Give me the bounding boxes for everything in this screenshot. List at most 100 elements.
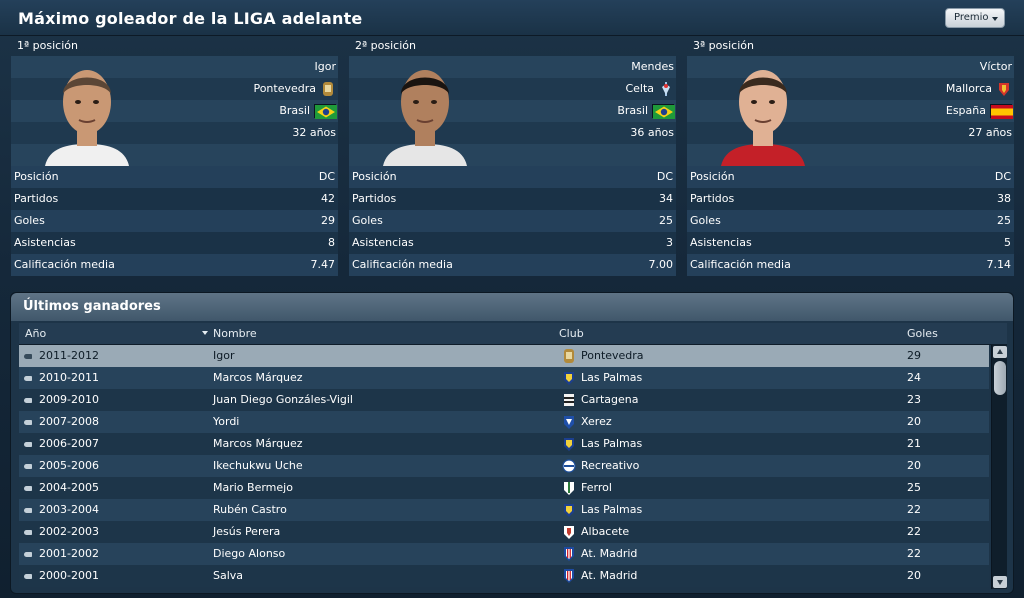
cell-club[interactable]: Cartagena xyxy=(581,389,638,411)
column-year[interactable]: Año xyxy=(25,323,46,345)
pin-icon[interactable] xyxy=(24,486,32,491)
las-palmas-crest-icon xyxy=(561,502,577,518)
stat-row: Calificación media 7.47 xyxy=(11,254,338,276)
las-palmas-crest-icon xyxy=(561,436,577,452)
stat-label: Goles xyxy=(690,214,721,227)
cell-club[interactable]: Las Palmas xyxy=(581,499,642,521)
column-club[interactable]: Club xyxy=(559,323,584,345)
player-club[interactable]: Mallorca xyxy=(946,78,992,100)
stat-value: 38 xyxy=(997,192,1011,205)
stat-row: Posición DC xyxy=(349,166,676,188)
table-row[interactable]: 2006-2007 Marcos Márquez Las Palmas 21 xyxy=(19,433,989,455)
player-portrait[interactable] xyxy=(377,56,473,166)
position-heading: 3ª posición xyxy=(693,39,754,52)
pin-icon[interactable] xyxy=(24,574,32,579)
player-name-line: Víctor xyxy=(980,56,1012,78)
pontevedra-crest-icon xyxy=(561,348,577,364)
pin-icon[interactable] xyxy=(24,530,32,535)
player-nationality[interactable]: Brasil xyxy=(279,100,310,122)
stat-label: Calificación media xyxy=(690,258,791,271)
scrollbar[interactable] xyxy=(991,345,1007,589)
cell-year: 2002-2003 xyxy=(39,525,99,538)
player-nationality[interactable]: España xyxy=(946,100,986,122)
cell-name[interactable]: Diego Alonso xyxy=(213,543,285,565)
arrow-up-icon xyxy=(997,349,1003,354)
cell-club[interactable]: Albacete xyxy=(581,521,629,543)
player-club-line: Pontevedra xyxy=(253,78,336,100)
player-card-2[interactable]: 2ª posición Mendes Celta Brasil 36 años Posic… xyxy=(349,36,676,276)
pin-icon[interactable] xyxy=(24,508,32,513)
player-club[interactable]: Celta xyxy=(625,78,654,100)
pin-icon[interactable] xyxy=(24,464,32,469)
pin-icon[interactable] xyxy=(24,442,32,447)
table-row[interactable]: 2003-2004 Rubén Castro Las Palmas 22 xyxy=(19,499,989,521)
player-nationality[interactable]: Brasil xyxy=(617,100,648,122)
cell-name[interactable]: Igor xyxy=(213,345,234,367)
cell-name[interactable]: Marcos Márquez xyxy=(213,367,303,389)
table-row[interactable]: 2000-2001 Salva At. Madrid 20 xyxy=(19,565,989,587)
cell-club[interactable]: At. Madrid xyxy=(581,565,637,587)
table-row[interactable]: 2007-2008 Yordi Xerez 20 xyxy=(19,411,989,433)
cell-year: 2010-2011 xyxy=(39,371,99,384)
player-card-3[interactable]: 3ª posición Víctor Mallorca España 27 años Po… xyxy=(687,36,1014,276)
pin-icon[interactable] xyxy=(24,420,32,425)
cell-name[interactable]: Ikechukwu Uche xyxy=(213,455,303,477)
sort-descending-icon[interactable] xyxy=(202,331,208,335)
column-name[interactable]: Nombre xyxy=(213,323,257,345)
player-age-line: 32 años xyxy=(292,122,336,144)
stat-row: Calificación media 7.00 xyxy=(349,254,676,276)
pin-icon[interactable] xyxy=(24,552,32,557)
cell-name[interactable]: Jesús Perera xyxy=(213,521,280,543)
player-photo-area: Mendes Celta Brasil 36 años xyxy=(349,56,676,166)
scroll-thumb[interactable] xyxy=(994,361,1006,395)
cell-name[interactable]: Yordi xyxy=(213,411,239,433)
table-row[interactable]: 2001-2002 Diego Alonso At. Madrid 22 xyxy=(19,543,989,565)
cell-name[interactable]: Marcos Márquez xyxy=(213,433,303,455)
ferrol-crest-icon xyxy=(561,480,577,496)
cell-goals: 24 xyxy=(907,371,921,384)
cell-club[interactable]: Pontevedra xyxy=(581,345,644,367)
cell-year: 2004-2005 xyxy=(39,481,99,494)
cell-club[interactable]: Ferrol xyxy=(581,477,612,499)
cell-name[interactable]: Salva xyxy=(213,565,243,587)
cell-club[interactable]: Recreativo xyxy=(581,455,639,477)
stat-label: Posición xyxy=(690,170,735,183)
stat-label: Posición xyxy=(14,170,59,183)
cell-club[interactable]: Xerez xyxy=(581,411,612,433)
winners-title: Últimos ganadores xyxy=(11,293,1013,321)
pin-icon[interactable] xyxy=(24,354,32,359)
cell-goals: 25 xyxy=(907,481,921,494)
player-card-1[interactable]: 1ª posición Igor Pontevedra Brasil 32 años Po… xyxy=(11,36,338,276)
table-row[interactable]: 2005-2006 Ikechukwu Uche Recreativo 20 xyxy=(19,455,989,477)
recreativo-crest-icon xyxy=(561,458,577,474)
cell-club[interactable]: At. Madrid xyxy=(581,543,637,565)
table-row[interactable]: 2004-2005 Mario Bermejo Ferrol 25 xyxy=(19,477,989,499)
mallorca-crest-icon xyxy=(996,81,1012,97)
stat-label: Partidos xyxy=(690,192,735,205)
stat-label: Asistencias xyxy=(352,236,414,249)
player-portrait[interactable] xyxy=(39,56,135,166)
pin-icon[interactable] xyxy=(24,398,32,403)
table-row[interactable]: 2002-2003 Jesús Perera Albacete 22 xyxy=(19,521,989,543)
player-club[interactable]: Pontevedra xyxy=(253,78,316,100)
scroll-up-button[interactable] xyxy=(993,346,1007,358)
table-row[interactable]: 2011-2012 Igor Pontevedra 29 xyxy=(19,345,989,367)
position-heading: 2ª posición xyxy=(355,39,416,52)
table-row[interactable]: 2009-2010 Juan Diego Gonzáles-Vigil Cartag… xyxy=(19,389,989,411)
stat-label: Asistencias xyxy=(690,236,752,249)
player-name[interactable]: Igor xyxy=(315,56,336,78)
player-name[interactable]: Mendes xyxy=(631,56,674,78)
cell-club[interactable]: Las Palmas xyxy=(581,433,642,455)
pin-icon[interactable] xyxy=(24,376,32,381)
cell-name[interactable]: Mario Bermejo xyxy=(213,477,293,499)
premio-dropdown-button[interactable]: Premio xyxy=(945,8,1005,28)
column-goals[interactable]: Goles xyxy=(907,323,938,345)
table-row[interactable]: 2010-2011 Marcos Márquez Las Palmas 24 xyxy=(19,367,989,389)
cell-club[interactable]: Las Palmas xyxy=(581,367,642,389)
stat-value: 5 xyxy=(1004,236,1011,249)
cell-name[interactable]: Rubén Castro xyxy=(213,499,287,521)
cell-name[interactable]: Juan Diego Gonzáles-Vigil xyxy=(213,389,353,411)
player-name[interactable]: Víctor xyxy=(980,56,1012,78)
scroll-down-button[interactable] xyxy=(993,576,1007,588)
player-portrait[interactable] xyxy=(715,56,811,166)
